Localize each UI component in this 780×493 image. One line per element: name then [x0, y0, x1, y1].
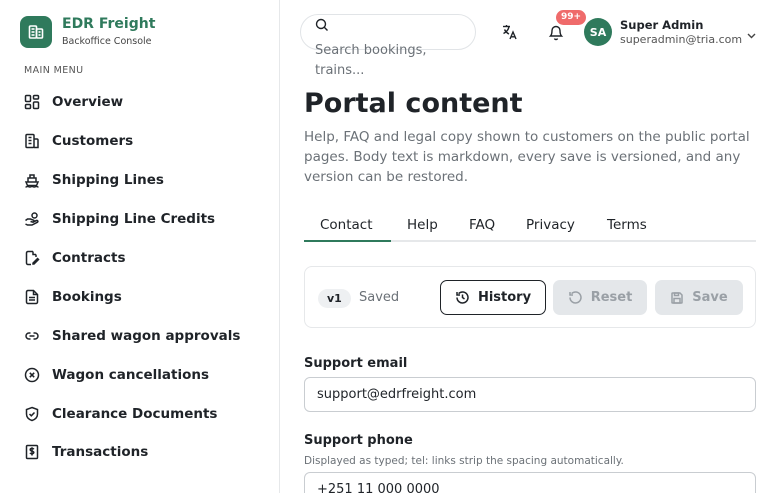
- chevron-down-icon[interactable]: [746, 26, 757, 45]
- sidebar: EDR Freight Backoffice Console MAIN MENU…: [0, 0, 280, 493]
- notification-badge: 99+: [556, 10, 587, 25]
- bell-icon: [548, 25, 564, 40]
- file-text-icon: [25, 289, 39, 305]
- history-button-label: History: [477, 290, 532, 305]
- save-button[interactable]: Save: [655, 280, 743, 315]
- sidebar-item-label: Bookings: [52, 288, 122, 305]
- active-tab-indicator: [304, 240, 391, 242]
- sidebar-item-wagon-cancellations[interactable]: Wagon cancellations: [0, 355, 280, 394]
- user-email: superadmin@tria.com: [620, 33, 743, 46]
- sidebar-item-label: Shipping Line Credits: [52, 211, 216, 228]
- sidebar-item-transactions[interactable]: Transactions: [0, 433, 280, 472]
- translate-icon: [503, 25, 517, 40]
- sidebar-item-label: Wagon cancellations: [52, 366, 210, 383]
- ship-icon: [24, 174, 40, 188]
- sidebar-item-label: Shared wagon approvals: [52, 327, 241, 344]
- sidebar-item-label: Contracts: [52, 250, 126, 266]
- tab-faq[interactable]: FAQ: [469, 217, 495, 233]
- version-badge: v1: [318, 289, 351, 308]
- support-phone-label: Support phone: [304, 433, 413, 448]
- search-icon: [315, 17, 329, 36]
- menu-heading: MAIN MENU: [24, 65, 84, 76]
- history-icon: [456, 291, 469, 304]
- content-tabs: Contact Help FAQ Privacy Terms: [304, 213, 756, 242]
- grid-icon: [24, 95, 40, 110]
- sidebar-item-label: Clearance Documents: [52, 405, 218, 422]
- user-name[interactable]: Super Admin: [620, 18, 703, 32]
- reset-button[interactable]: Reset: [553, 280, 647, 315]
- avatar[interactable]: SA: [584, 18, 612, 46]
- x-circle-icon: [24, 367, 40, 382]
- brand[interactable]: EDR Freight Backoffice Console: [20, 16, 155, 48]
- receipt-dollar-icon: [25, 445, 39, 460]
- sidebar-item-contracts[interactable]: Contracts: [0, 239, 280, 278]
- shield-check-icon: [25, 406, 39, 421]
- hand-coins-icon: [25, 212, 39, 226]
- sidebar-item-label: Transactions: [52, 444, 149, 461]
- search-box[interactable]: Search bookings, trains...: [300, 14, 476, 78]
- save-button-label: Save: [692, 290, 728, 305]
- support-phone-help: Displayed as typed; tel: links strip the…: [304, 455, 624, 467]
- brand-subtitle: Backoffice Console: [62, 36, 152, 47]
- sidebar-item-overview[interactable]: Overview: [0, 83, 280, 122]
- brand-logo-icon: [20, 16, 52, 48]
- building-icon: [25, 134, 39, 149]
- save-icon: [671, 291, 684, 304]
- file-edit-icon: [25, 250, 40, 266]
- tab-help[interactable]: Help: [407, 217, 438, 233]
- sidebar-item-label: Shipping Lines: [52, 172, 164, 189]
- support-email-label: Support email: [304, 356, 408, 371]
- sidebar-item-shipping-line-credits[interactable]: Shipping Line Credits: [0, 200, 280, 239]
- support-phone-field[interactable]: [304, 472, 756, 493]
- sidebar-item-shipping-lines[interactable]: Shipping Lines: [0, 161, 280, 200]
- sidebar-item-shared-wagon-approvals[interactable]: Shared wagon approvals: [0, 316, 280, 355]
- tab-privacy[interactable]: Privacy: [526, 217, 575, 233]
- version-card: v1 Saved History Reset Save: [304, 266, 756, 328]
- link-icon: [25, 332, 39, 340]
- history-button[interactable]: History: [440, 280, 546, 315]
- search-input[interactable]: Search bookings, trains...: [315, 41, 475, 81]
- language-button[interactable]: [498, 20, 522, 44]
- page-description: Help, FAQ and legal copy shown to custom…: [304, 129, 750, 185]
- sidebar-item-clearance-documents[interactable]: Clearance Documents: [0, 394, 280, 433]
- main-menu: Overview Customers Shipping Lines Shippi…: [0, 83, 280, 472]
- page-title: Portal content: [304, 88, 523, 119]
- sidebar-item-label: Overview: [52, 94, 124, 111]
- reset-icon: [568, 291, 582, 304]
- sidebar-item-label: Customers: [52, 133, 134, 150]
- tab-contact[interactable]: Contact: [320, 217, 373, 233]
- brand-name: EDR Freight: [62, 16, 156, 32]
- save-status: Saved: [359, 290, 400, 305]
- support-email-field[interactable]: [304, 377, 756, 412]
- sidebar-item-customers[interactable]: Customers: [0, 122, 280, 161]
- tab-terms[interactable]: Terms: [607, 217, 647, 233]
- reset-button-label: Reset: [590, 290, 633, 305]
- sidebar-item-bookings[interactable]: Bookings: [0, 277, 280, 316]
